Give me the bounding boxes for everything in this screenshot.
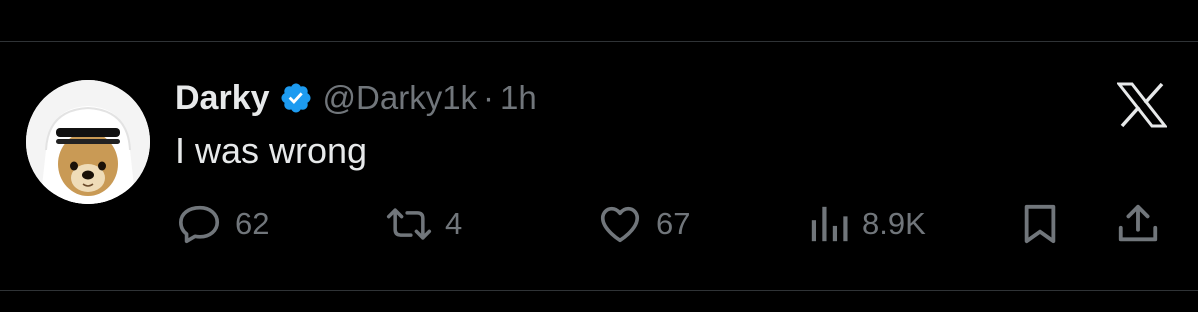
separator-dot: ·	[483, 79, 495, 116]
tweet[interactable]: Darky @Darky1k · 1h I was wrong 62 4 67 …	[0, 42, 1198, 290]
bookmark-icon	[1019, 201, 1061, 247]
views-count: 8.9K	[862, 206, 926, 241]
reply-count: 62	[235, 206, 270, 241]
heart-icon	[596, 201, 644, 247]
avatar[interactable]	[26, 80, 150, 204]
bottom-divider	[0, 290, 1198, 291]
like-button[interactable]: 67	[596, 200, 690, 248]
retweet-button[interactable]: 4	[385, 200, 462, 248]
views-icon	[808, 201, 850, 247]
retweet-count: 4	[445, 206, 463, 241]
share-button[interactable]	[1115, 200, 1161, 248]
verified-badge-icon	[279, 81, 313, 115]
tweet-timestamp[interactable]: 1h	[500, 79, 537, 117]
user-handle[interactable]: @Darky1k	[323, 79, 478, 117]
bookmark-button[interactable]	[1019, 200, 1061, 248]
reply-icon	[177, 201, 223, 247]
avatar-image	[26, 80, 150, 204]
tweet-header: Darky @Darky1k · 1h	[175, 76, 537, 120]
share-icon	[1115, 201, 1161, 247]
x-logo-icon[interactable]	[1115, 82, 1169, 128]
tweet-text: I was wrong	[175, 130, 368, 171]
reply-button[interactable]: 62	[177, 200, 269, 248]
display-name[interactable]: Darky	[175, 79, 270, 118]
views-button[interactable]: 8.9K	[808, 200, 926, 248]
retweet-icon	[385, 201, 433, 247]
like-count: 67	[656, 206, 691, 241]
